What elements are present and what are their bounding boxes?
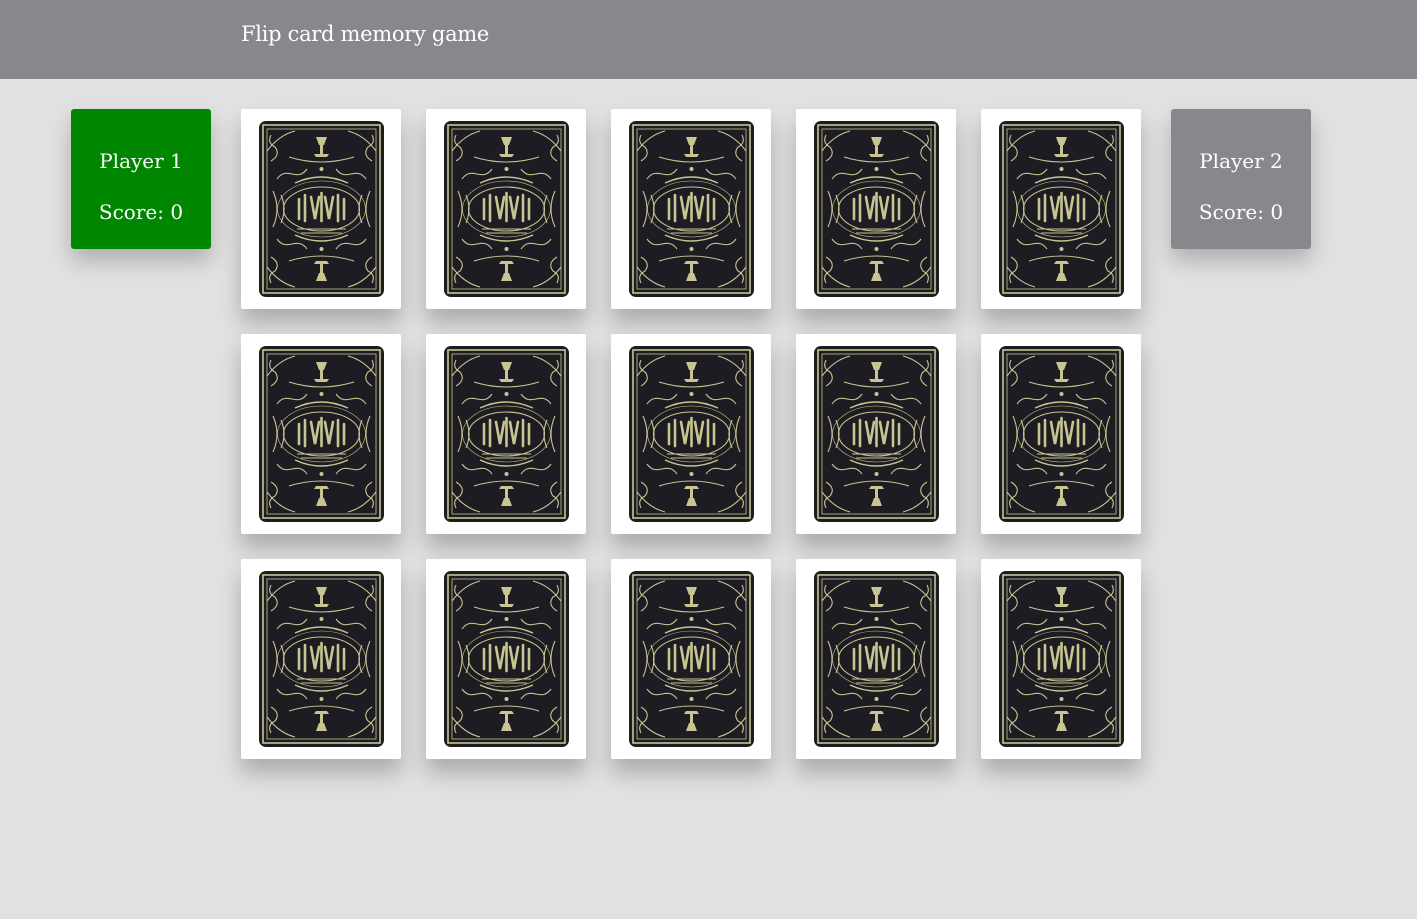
card-back-pattern [259, 121, 384, 297]
card-back-pattern [814, 346, 939, 522]
player-1-name: Player 1 [99, 149, 183, 173]
player-2-panel: Player 2 Score: 0 [1171, 109, 1311, 249]
card-back-pattern [999, 346, 1124, 522]
card-back-pattern [999, 121, 1124, 297]
card-back-pattern [814, 121, 939, 297]
card-back-pattern [999, 571, 1124, 747]
card-back-pattern [629, 121, 754, 297]
memory-card[interactable] [611, 559, 771, 759]
memory-card[interactable] [426, 559, 586, 759]
memory-card[interactable] [796, 109, 956, 309]
memory-card[interactable] [241, 559, 401, 759]
memory-card[interactable] [796, 334, 956, 534]
memory-card[interactable] [611, 334, 771, 534]
card-back-pattern [814, 571, 939, 747]
card-back-pattern [259, 346, 384, 522]
card-back-pattern [259, 571, 384, 747]
memory-card[interactable] [241, 334, 401, 534]
card-back-pattern [629, 571, 754, 747]
page-title: Flip card memory game [241, 22, 490, 46]
player-2-name: Player 2 [1199, 149, 1283, 173]
player-1-score: Score: 0 [98, 200, 184, 224]
player-1-panel: Player 1 Score: 0 [71, 109, 211, 249]
card-back-pattern [629, 346, 754, 522]
memory-card[interactable] [426, 109, 586, 309]
memory-card[interactable] [611, 109, 771, 309]
memory-card[interactable] [981, 334, 1141, 534]
card-back-pattern [444, 571, 569, 747]
memory-card[interactable] [981, 559, 1141, 759]
player-2-score: Score: 0 [1198, 200, 1284, 224]
card-board [241, 109, 1141, 759]
card-back-pattern [444, 121, 569, 297]
memory-card[interactable] [981, 109, 1141, 309]
card-back-pattern [444, 346, 569, 522]
memory-card[interactable] [796, 559, 956, 759]
header-bar: Flip card memory game [0, 0, 1417, 79]
memory-card[interactable] [241, 109, 401, 309]
memory-card[interactable] [426, 334, 586, 534]
